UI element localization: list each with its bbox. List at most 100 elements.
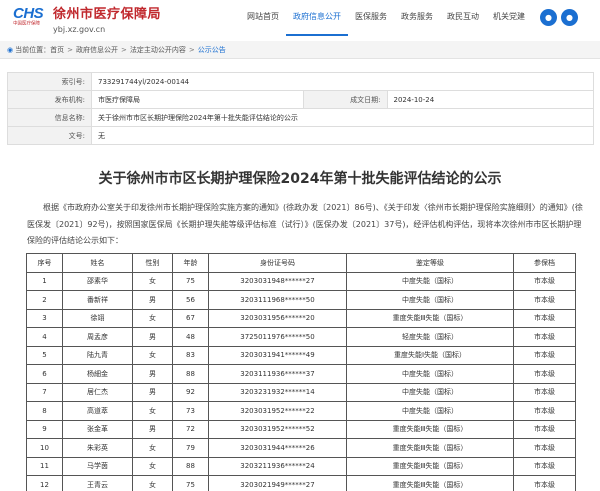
cell-id-number: 3203031952******22	[208, 401, 347, 421]
site-logo[interactable]: CHS 中国医疗保障	[13, 6, 47, 28]
cell-level: 中度失能（国标）	[346, 401, 514, 421]
page-title: 关于徐州市市区长期护理保险2024年第十批失能评估结论的公示	[98, 171, 502, 187]
cell-age: 92	[172, 382, 209, 402]
cell-id-number: 3203211936******24	[208, 456, 347, 476]
cell-tier: 市本级	[513, 475, 576, 491]
publisher-value: 市医疗保障局	[91, 90, 304, 109]
cell-sex: 女	[132, 438, 173, 458]
cell-tier: 市本级	[513, 308, 576, 328]
cell-name: 朱彩英	[62, 438, 133, 458]
breadcrumb-statutory[interactable]: 法定主动公开内容	[130, 46, 186, 54]
meta-row: 信息名称: 关于徐州市市区长期护理保险2024年第十批失能评估结论的公示	[7, 108, 594, 127]
cell-sex: 男	[132, 382, 173, 402]
logo-subtitle: 中国医疗保障	[13, 21, 41, 27]
nav-home[interactable]: 网站首页	[240, 0, 286, 36]
doc-no-label: 文号:	[7, 126, 92, 145]
header-sex: 性别	[132, 253, 173, 273]
cell-name: 徐翊	[62, 308, 133, 328]
cell-no: 5	[26, 345, 63, 365]
cell-level: 中度失能（国标）	[346, 271, 514, 291]
assessment-table: 序号 姓名 性别 年龄 身份证号码 鉴定等级 参保档 1 邵素华女 75 320303…	[26, 253, 576, 491]
cell-no: 8	[26, 401, 63, 421]
doc-no-value: 无	[91, 126, 594, 145]
user-icon[interactable]: ●	[561, 9, 578, 26]
header-icons: ● ●	[540, 9, 578, 26]
cell-sex: 女	[132, 401, 173, 421]
cell-tier: 市本级	[513, 290, 576, 310]
cell-id-number: 3203031941******49	[208, 345, 347, 365]
cell-name: 杨細金	[62, 364, 133, 384]
cell-level: 中度失能（国标）	[346, 364, 514, 384]
table-row: 5 陆九青女 83 3203031941******49 重度失能Ⅰ失能（国标） 市本级	[26, 345, 576, 365]
cell-age: 48	[172, 327, 209, 347]
table-row: 8 高道萃女 73 3203031952******22 中度失能（国标） 市本级	[26, 401, 576, 421]
info-name-label: 信息名称:	[7, 108, 92, 127]
location-pin-icon: ◉	[7, 46, 14, 54]
cell-name: 王青云	[62, 475, 133, 491]
cell-id-number: 3203031944******26	[208, 438, 347, 458]
index-label: 索引号:	[7, 72, 92, 91]
cell-sex: 男	[132, 290, 173, 310]
nav-party-building[interactable]: 机关党建	[486, 0, 532, 36]
table-row: 3 徐翊女 67 3203031956******20 重度失能Ⅲ失能（国标） 市本级	[26, 308, 576, 328]
cell-level: 中度失能（国标）	[346, 290, 514, 310]
cell-id-number: 3203111968******50	[208, 290, 347, 310]
cell-no: 7	[26, 382, 63, 402]
site-name[interactable]: 徐州市医疗保障局	[53, 7, 161, 23]
cell-name: 番新祥	[62, 290, 133, 310]
nav-gov-services[interactable]: 政务服务	[394, 0, 440, 36]
cell-level: 重度失能Ⅰ失能（国标）	[346, 345, 514, 365]
header-name: 姓名	[62, 253, 133, 273]
cell-tier: 市本级	[513, 327, 576, 347]
cell-name: 陆九青	[62, 345, 133, 365]
cell-name: 周孟彦	[62, 327, 133, 347]
table-row: 4 周孟彦男 48 3725011976******50 轻度失能（国标） 市本级	[26, 327, 576, 347]
breadcrumb-gov-info[interactable]: 政府信息公开	[76, 46, 118, 54]
cell-level: 重度失能Ⅲ失能（国标）	[346, 456, 514, 476]
cell-age: 73	[172, 401, 209, 421]
meta-row: 文号: 无	[7, 126, 594, 145]
cell-level: 重度失能Ⅲ失能（国标）	[346, 475, 514, 491]
nav-gov-info[interactable]: 政府信息公开	[286, 0, 348, 36]
cell-id-number: 3203031948******27	[208, 271, 347, 291]
cell-id-number: 3725011976******50	[208, 327, 347, 347]
cell-sex: 女	[132, 475, 173, 491]
cell-tier: 市本级	[513, 456, 576, 476]
cell-id-number: 3203031952******52	[208, 419, 347, 439]
accessibility-icon[interactable]: ●	[540, 9, 557, 26]
cell-sex: 女	[132, 456, 173, 476]
table-row: 6 杨細金男 88 3203111936******37 中度失能（国标） 市本级	[26, 364, 576, 384]
date-label: 成文日期:	[302, 90, 388, 109]
cell-age: 67	[172, 308, 209, 328]
breadcrumb-prefix: 当前位置：	[15, 46, 51, 54]
table-row: 11 马学茵女 88 3203211936******24 重度失能Ⅲ失能（国标） 市本级	[26, 456, 576, 476]
table-row: 2 番新祥男 56 3203111968******50 中度失能（国标） 市本级	[26, 290, 576, 310]
main-nav: 网站首页 政府信息公开 医保服务 政务服务 政民互动 机关党建	[240, 0, 532, 36]
cell-level: 重度失能Ⅲ失能（国标）	[346, 419, 514, 439]
cell-name: 居仁杰	[62, 382, 133, 402]
header-tier: 参保档	[513, 253, 576, 273]
cell-id-number: 3203111936******37	[208, 364, 347, 384]
cell-id-number: 3203021949******27	[208, 475, 347, 491]
breadcrumb-separator: >	[67, 46, 73, 54]
info-name-value: 关于徐州市市区长期护理保险2024年第十批失能评估结论的公示	[91, 108, 594, 127]
cell-sex: 女	[132, 271, 173, 291]
cell-sex: 男	[132, 364, 173, 384]
cell-sex: 男	[132, 327, 173, 347]
breadcrumb-home[interactable]: 首页	[50, 46, 64, 54]
site-url: ybj.xz.gov.cn	[53, 25, 106, 34]
cell-level: 轻度失能（国标）	[346, 327, 514, 347]
cell-level: 重度失能Ⅲ失能（国标）	[346, 438, 514, 458]
breadcrumb-announcements[interactable]: 公示公告	[198, 46, 226, 54]
cell-sex: 男	[132, 419, 173, 439]
nav-interaction[interactable]: 政民互动	[440, 0, 486, 36]
doc-meta-table: 索引号: 733291744yl/2024-00144 发布机构: 市医疗保障局…	[7, 72, 594, 145]
meta-row: 发布机构: 市医疗保障局 成文日期: 2024-10-24	[7, 90, 594, 109]
nav-insurance-services[interactable]: 医保服务	[348, 0, 394, 36]
cell-no: 1	[26, 271, 63, 291]
header-age: 年龄	[172, 253, 209, 273]
cell-sex: 女	[132, 308, 173, 328]
cell-tier: 市本级	[513, 345, 576, 365]
table-header-row: 序号 姓名 性别 年龄 身份证号码 鉴定等级 参保档	[26, 253, 576, 273]
cell-no: 3	[26, 308, 63, 328]
